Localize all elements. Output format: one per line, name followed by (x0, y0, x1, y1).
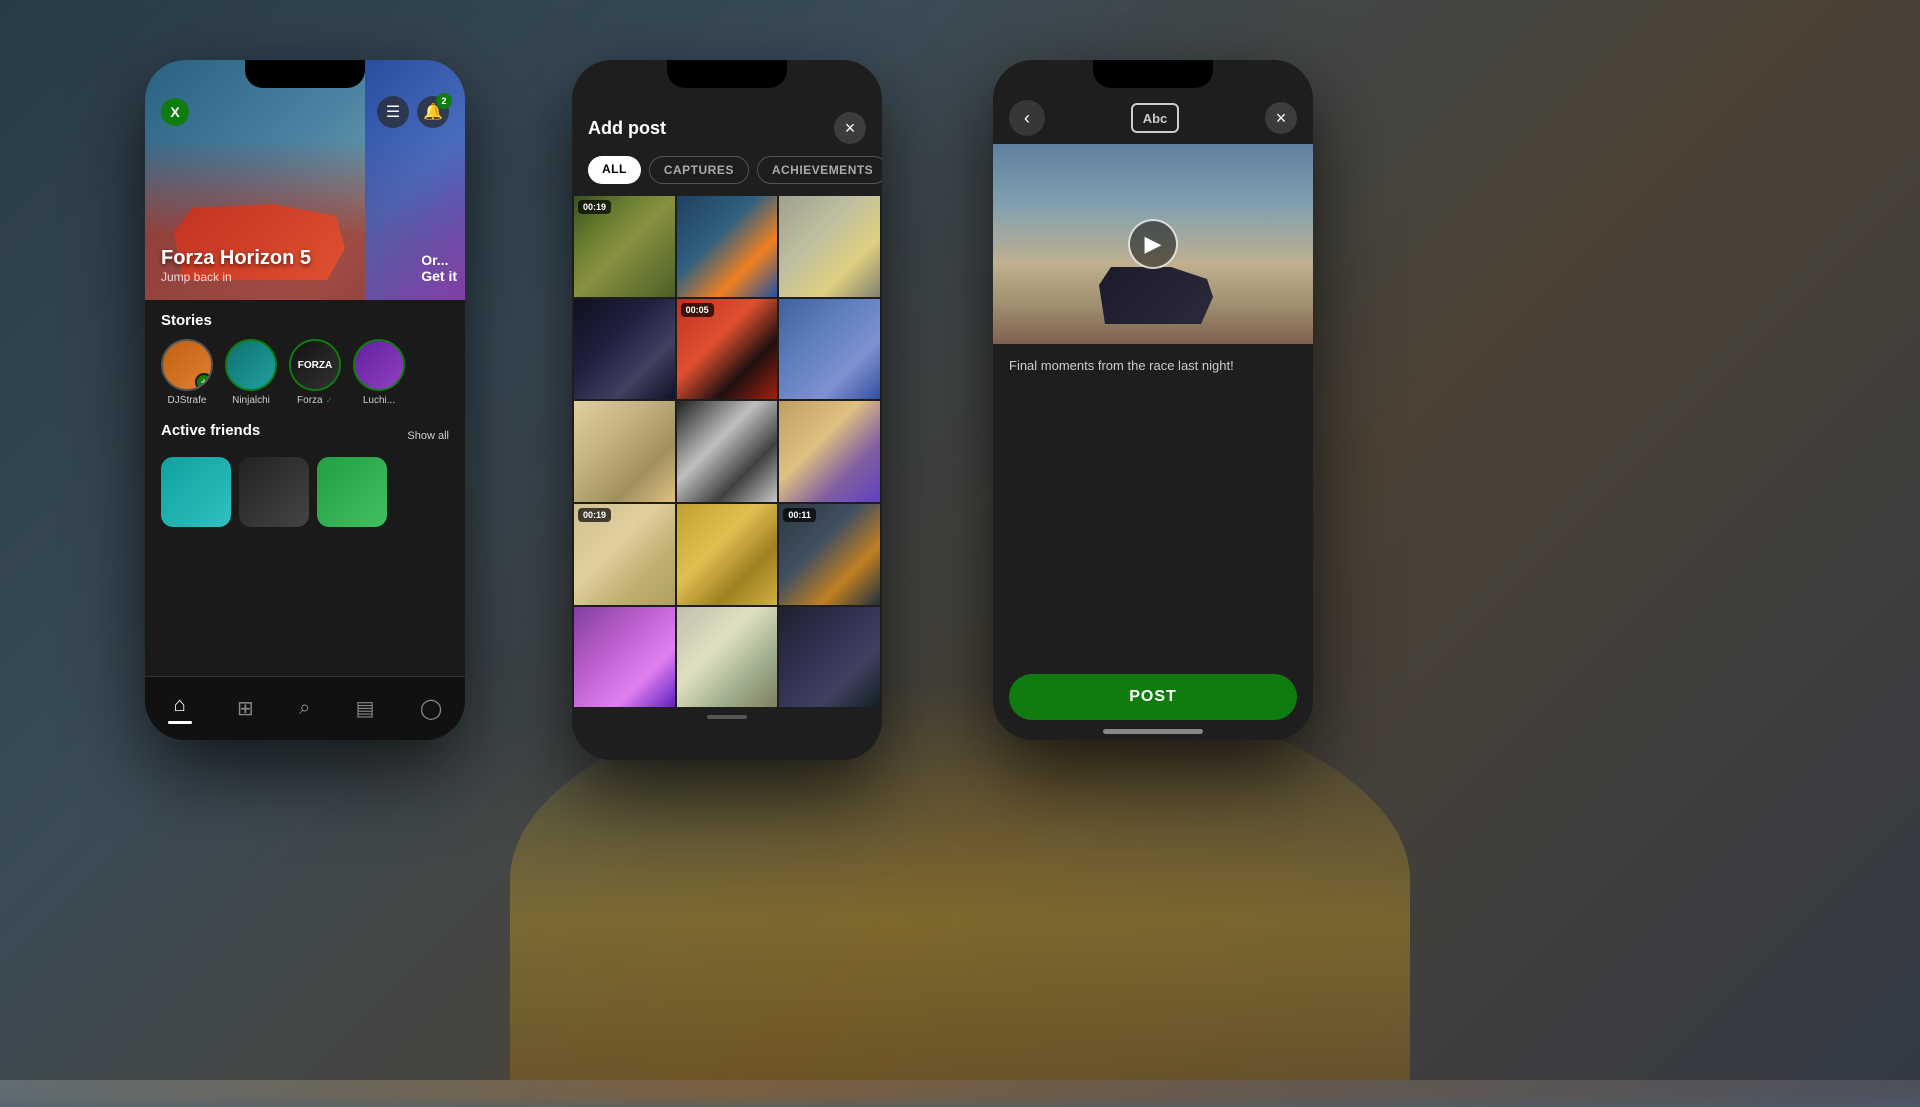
nav-profile[interactable]: ◯ (408, 692, 454, 725)
grid-item-1[interactable]: 00:19 (574, 196, 675, 297)
stories-row: + DJStrafe Ninjalchi FORZA Forza ✓ Luch (161, 339, 449, 406)
middle-phone-notch (667, 60, 787, 88)
post-button-area: POST (1009, 674, 1297, 720)
right-phone: ‹ Abc × ▶ Final moments from the race la… (993, 60, 1313, 740)
hero-game-title: Forza Horizon 5 (161, 247, 311, 270)
grid-item-6[interactable] (779, 299, 880, 400)
left-phone-topbar: X ☰ 🔔 2 (145, 96, 465, 128)
friends-row (161, 457, 449, 527)
caption-text: Final moments from the race last night! (1009, 356, 1297, 376)
home-icon: ⌂ (174, 694, 186, 717)
story-add-plus: + (195, 373, 213, 391)
story-name-djstrafe: DJStrafe (168, 395, 207, 406)
post-button[interactable]: POST (1009, 674, 1297, 720)
profile-icon: ◯ (420, 696, 442, 721)
hero-second-text: Or... Get it (421, 252, 457, 284)
timestamp-10: 00:19 (578, 508, 611, 522)
story-item-forza[interactable]: FORZA Forza ✓ (289, 339, 341, 406)
tab-captures[interactable]: CAPTURES (649, 156, 749, 184)
hero-game-subtitle: Jump back in (161, 270, 311, 284)
search-icon: ⌕ (299, 697, 310, 720)
story-avatar-forza: FORZA (289, 339, 341, 391)
tab-all[interactable]: ALL (588, 156, 641, 184)
hero-second-game-cta: Get it (421, 268, 457, 284)
stories-title: Stories (161, 312, 449, 329)
scroll-dot (707, 715, 747, 719)
left-phone-notch (245, 60, 365, 88)
story-item-luchi[interactable]: Luchi... (353, 339, 405, 406)
caption-section: Final moments from the race last night! (993, 344, 1313, 388)
nav-social[interactable]: ⊞ (225, 692, 266, 725)
close-button[interactable]: × (834, 112, 866, 144)
friends-section: Active friends Show all (145, 414, 465, 535)
grid-item-3[interactable] (779, 196, 880, 297)
video-thumbnail: ▶ (993, 144, 1313, 344)
story-item-djstrafe[interactable]: + DJStrafe (161, 339, 213, 406)
timestamp-1: 00:19 (578, 200, 611, 214)
grid-item-15[interactable] (779, 607, 880, 708)
xbox-logo: X (161, 98, 189, 126)
home-bar (1103, 729, 1203, 734)
grid-item-5[interactable]: 00:05 (677, 299, 778, 400)
story-avatar-djstrafe: + (161, 339, 213, 391)
scroll-indicator (572, 707, 882, 727)
story-name-ninjalchi: Ninjalchi (232, 395, 270, 406)
stories-section: Stories + DJStrafe Ninjalchi FORZA Forz (145, 300, 465, 414)
timestamp-5: 00:05 (681, 303, 714, 317)
tab-achievements[interactable]: ACHIEVEMENTS (757, 156, 882, 184)
friend-avatar-3[interactable] (317, 457, 387, 527)
grid-item-4[interactable] (574, 299, 675, 400)
story-name-luchi: Luchi... (363, 395, 395, 406)
notifications-button[interactable]: 🔔 2 (417, 96, 449, 128)
left-phone: Forza Horizon 5 Jump back in Or... Get i… (145, 60, 465, 740)
story-avatar-ninjalchi (225, 339, 277, 391)
grid-item-12[interactable]: 00:11 (779, 504, 880, 605)
grid-item-10[interactable]: 00:19 (574, 504, 675, 605)
friend-avatar-2[interactable] (239, 457, 309, 527)
grid-item-7[interactable] (574, 401, 675, 502)
grid-item-14[interactable] (677, 607, 778, 708)
library-icon: ▤ (356, 696, 375, 721)
text-format-button[interactable]: Abc (1131, 103, 1179, 133)
friend-avatar-1[interactable] (161, 457, 231, 527)
add-post-title: Add post (588, 118, 666, 139)
grid-item-8[interactable] (677, 401, 778, 502)
settings-button[interactable]: ☰ (377, 96, 409, 128)
left-phone-screen: Forza Horizon 5 Jump back in Or... Get i… (145, 60, 465, 740)
hero-text: Forza Horizon 5 Jump back in (161, 247, 311, 284)
grid-item-9[interactable] (779, 401, 880, 502)
right-close-button[interactable]: × (1265, 102, 1297, 134)
middle-phone: Add post × ALL CAPTURES ACHIEVEMENTS 00:… (572, 60, 882, 760)
middle-phone-screen: Add post × ALL CAPTURES ACHIEVEMENTS 00:… (572, 60, 882, 760)
image-grid: 00:19 00:05 00:19 00:11 (572, 196, 882, 707)
hero-second-game-text: Or... (421, 252, 457, 268)
notification-badge: 2 (436, 93, 452, 109)
grid-item-11[interactable] (677, 504, 778, 605)
show-all-button[interactable]: Show all (407, 430, 449, 442)
nav-home[interactable]: ⌂ (156, 690, 204, 728)
timestamp-12: 00:11 (783, 508, 816, 522)
back-button[interactable]: ‹ (1009, 100, 1045, 136)
grid-item-2[interactable] (677, 196, 778, 297)
bottom-nav: ⌂ ⊞ ⌕ ▤ ◯ (145, 676, 465, 740)
nav-library[interactable]: ▤ (344, 692, 387, 725)
right-phone-notch (1093, 60, 1213, 88)
add-post-header: Add post × (572, 100, 882, 156)
social-icon: ⊞ (237, 696, 254, 721)
friends-header: Active friends Show all (161, 422, 449, 449)
grid-item-13[interactable] (574, 607, 675, 708)
topbar-icons: ☰ 🔔 2 (377, 96, 449, 128)
story-item-ninjalchi[interactable]: Ninjalchi (225, 339, 277, 406)
story-name-forza: Forza ✓ (297, 395, 333, 406)
video-car (1093, 264, 1213, 324)
right-phone-screen: ‹ Abc × ▶ Final moments from the race la… (993, 60, 1313, 740)
filter-tabs: ALL CAPTURES ACHIEVEMENTS (572, 156, 882, 196)
nav-search[interactable]: ⌕ (287, 693, 322, 724)
story-avatar-luchi (353, 339, 405, 391)
friends-title: Active friends (161, 422, 260, 439)
play-button[interactable]: ▶ (1128, 219, 1178, 269)
